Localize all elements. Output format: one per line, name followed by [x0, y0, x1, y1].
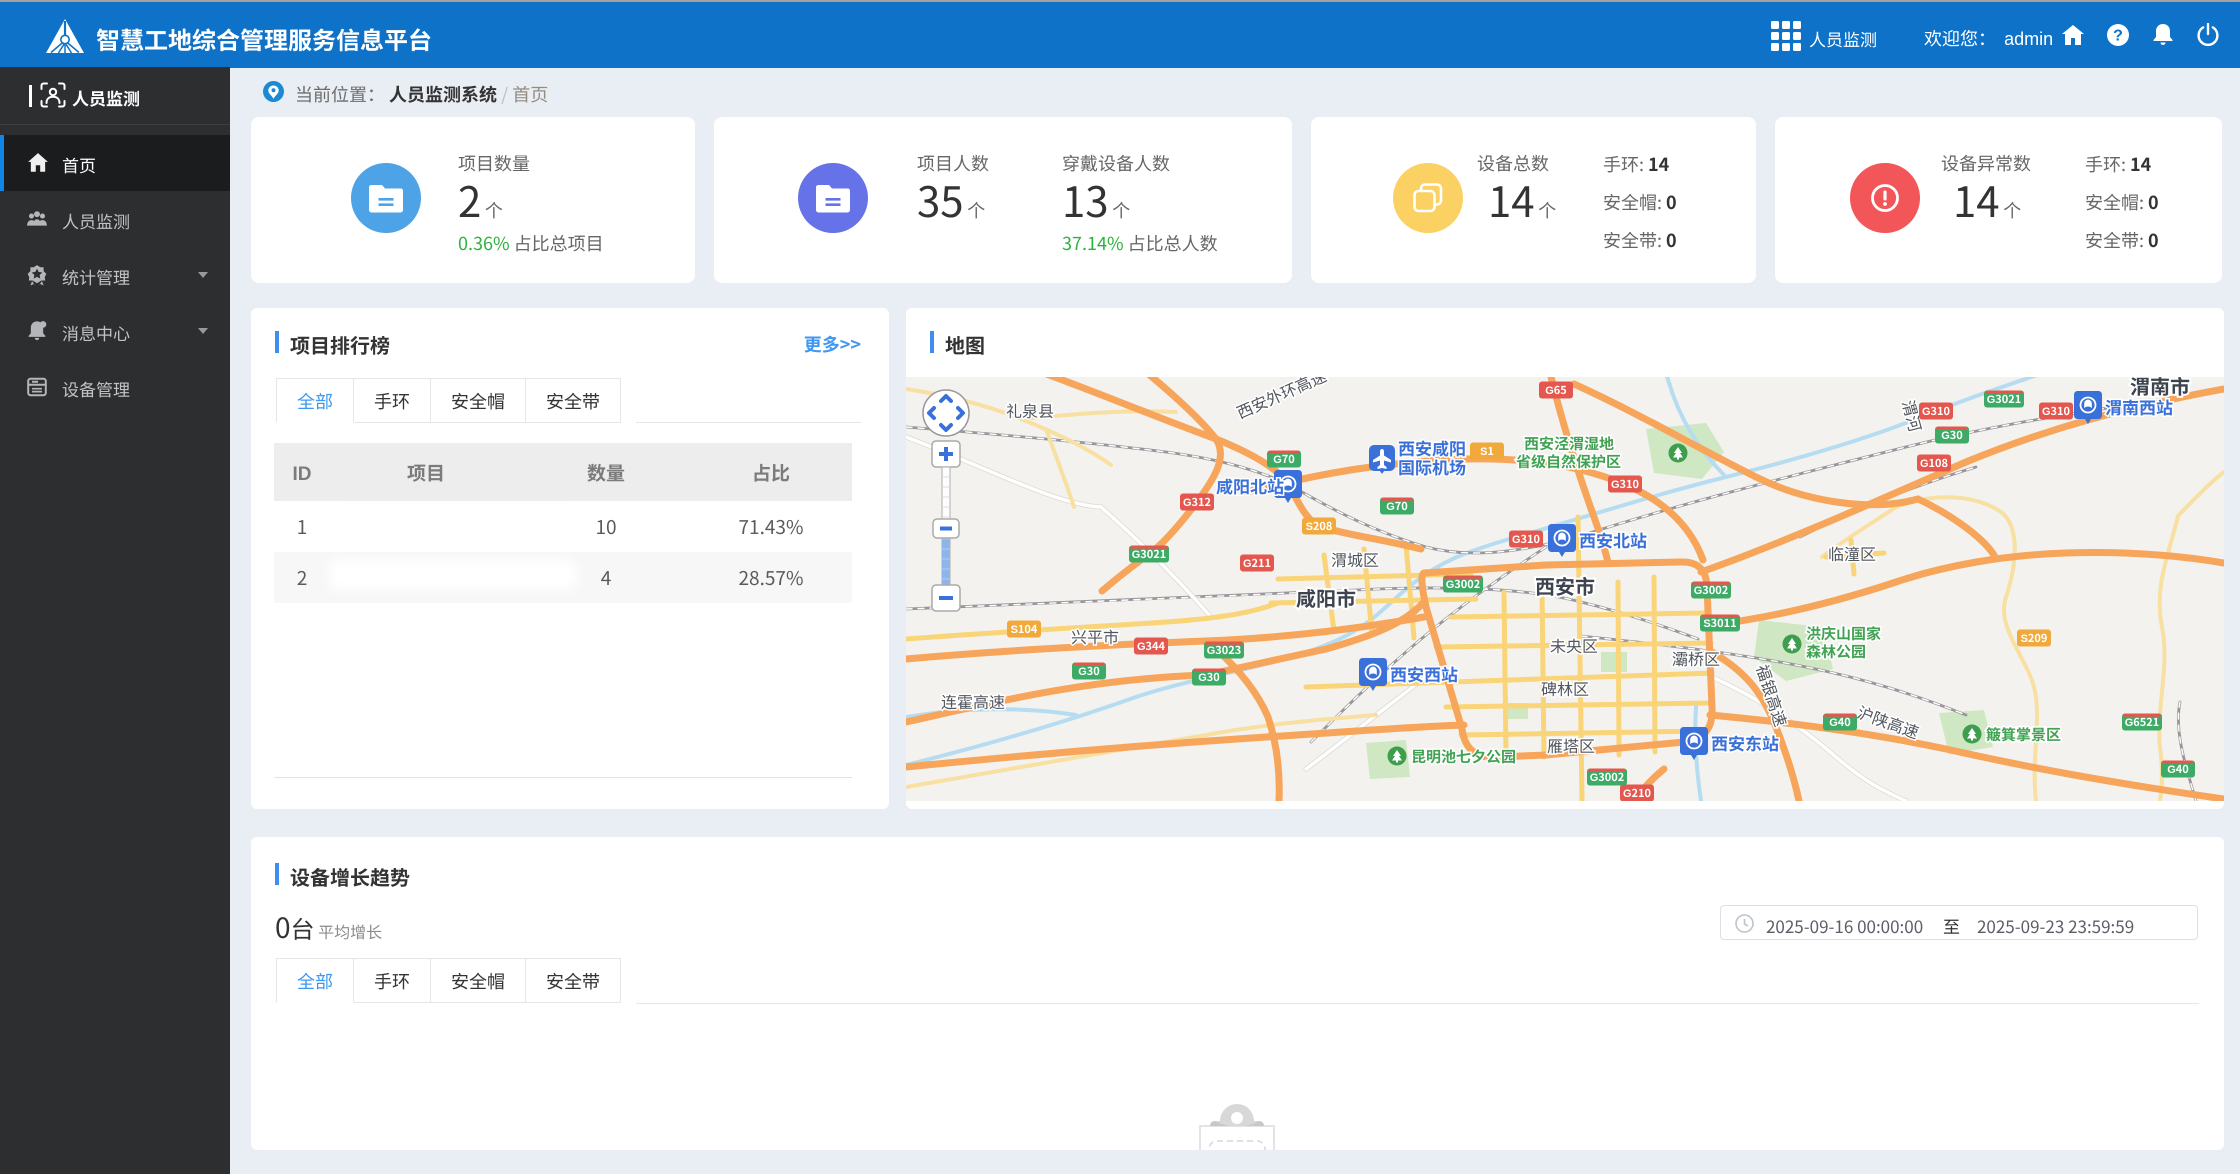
svg-text:G65: G65 [1545, 382, 1567, 398]
svg-text:S208: S208 [1306, 518, 1333, 534]
svg-text:G70: G70 [1386, 498, 1408, 514]
svg-text:西安东站: 西安东站 [1711, 730, 1779, 755]
svg-text:西安市: 西安市 [1535, 571, 1595, 600]
svg-text:S1: S1 [1480, 443, 1494, 459]
svg-text:S3011: S3011 [1703, 615, 1736, 631]
svg-text:G312: G312 [1183, 494, 1211, 510]
svg-text:G3021: G3021 [1987, 391, 2022, 407]
svg-text:灞桥区: 灞桥区 [1672, 646, 1720, 670]
svg-text:西安北站: 西安北站 [1579, 527, 1647, 552]
svg-text:临潼区: 临潼区 [1828, 541, 1876, 565]
svg-text:G3002: G3002 [1590, 769, 1625, 785]
svg-text:未央区: 未央区 [1550, 633, 1598, 657]
svg-text:G211: G211 [1243, 555, 1271, 571]
svg-text:G108: G108 [1920, 455, 1948, 471]
svg-text:渭城区: 渭城区 [1331, 547, 1379, 571]
svg-text:G30: G30 [1078, 663, 1100, 679]
svg-text:G3002: G3002 [1446, 576, 1481, 592]
svg-text:G310: G310 [2042, 403, 2070, 419]
svg-text:礼泉县: 礼泉县 [1006, 398, 1054, 422]
svg-text:G310: G310 [1611, 476, 1639, 492]
svg-text:森林公园: 森林公园 [1806, 641, 1866, 662]
svg-text:兴平市: 兴平市 [1071, 624, 1119, 648]
svg-text:S209: S209 [2021, 630, 2048, 646]
svg-text:G40: G40 [2167, 761, 2189, 777]
svg-text:国际机场: 国际机场 [1398, 454, 1466, 479]
svg-text:雁塔区: 雁塔区 [1547, 733, 1595, 757]
svg-text:G210: G210 [1623, 785, 1651, 801]
svg-text:G30: G30 [1198, 669, 1220, 685]
svg-text:G3021: G3021 [1132, 546, 1167, 562]
svg-text:G344: G344 [1137, 638, 1166, 654]
svg-text:省级自然保护区: 省级自然保护区 [1516, 451, 1621, 472]
svg-text:G40: G40 [1829, 714, 1851, 730]
svg-text:G310: G310 [1922, 403, 1950, 419]
svg-text:?: ? [2113, 23, 2123, 46]
svg-text:G3002: G3002 [1694, 582, 1729, 598]
svg-text:G310: G310 [1512, 531, 1540, 547]
svg-text:咸阳北站: 咸阳北站 [1216, 473, 1284, 498]
svg-text:咸阳市: 咸阳市 [1296, 583, 1356, 612]
svg-text:昆明池七夕公园: 昆明池七夕公园 [1411, 746, 1516, 767]
svg-text:渭南西站: 渭南西站 [2105, 394, 2173, 419]
svg-text:碑林区: 碑林区 [1541, 676, 1589, 700]
svg-text:G6521: G6521 [2125, 714, 2160, 730]
svg-text:G30: G30 [1941, 427, 1963, 443]
svg-text:簸箕掌景区: 簸箕掌景区 [1986, 724, 2061, 745]
svg-text:西安西站: 西安西站 [1390, 661, 1458, 686]
svg-text:S104: S104 [1011, 621, 1038, 637]
svg-text:连霍高速: 连霍高速 [941, 689, 1005, 713]
svg-text:G3023: G3023 [1207, 642, 1242, 658]
svg-text:G70: G70 [1273, 451, 1295, 467]
